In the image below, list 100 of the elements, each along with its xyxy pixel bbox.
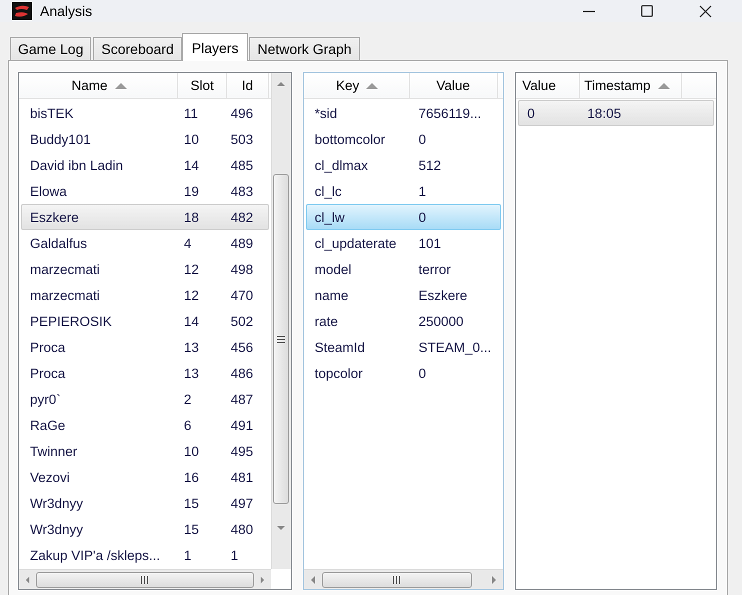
table-cell-text: 4 xyxy=(182,236,192,250)
table-cell-text: 12 xyxy=(182,288,200,302)
table-cell-text: 2 xyxy=(182,392,192,406)
list-row[interactable]: cl_lc 1 xyxy=(306,178,502,204)
table-cell-text: 13 xyxy=(182,340,200,354)
table-cell-text: 487 xyxy=(230,392,254,406)
table-cell-text: pyr0` xyxy=(29,392,62,406)
table-cell-text: Eszkere xyxy=(417,288,468,302)
table-cell-text: 10 xyxy=(182,444,200,458)
list-row[interactable]: Twinner 10 495 xyxy=(21,438,269,464)
list-row[interactable]: cl_updaterate 101 xyxy=(306,230,502,256)
list-row[interactable]: Proca 13 486 xyxy=(21,360,269,386)
list-row[interactable]: Galdalfus 4 489 xyxy=(21,230,269,256)
table-cell-text: 10 xyxy=(182,132,200,146)
table-cell-text: 498 xyxy=(230,262,254,276)
table-cell-text: 6 xyxy=(182,418,192,432)
list-row[interactable]: Wr3dnyy 15 480 xyxy=(21,516,269,542)
table-cell-text: 14 xyxy=(182,158,200,172)
tab[interactable]: Game Log xyxy=(10,37,92,60)
table-cell-text: 1 xyxy=(230,548,240,562)
table-cell-text: 497 xyxy=(230,496,254,510)
list-row[interactable]: pyr0` 2 487 xyxy=(21,386,269,412)
list-row[interactable]: model terror xyxy=(306,256,502,282)
table-cell-text: 482 xyxy=(230,210,254,224)
list-row[interactable]: *sid 7656119... xyxy=(306,100,502,126)
table-cell-text: cl_updaterate xyxy=(314,236,398,250)
table-cell-text: 14 xyxy=(182,314,200,328)
list-row[interactable]: bottomcolor 0 xyxy=(306,126,502,152)
table-cell-text: 1 xyxy=(417,184,427,198)
table-cell-text: bisTEK xyxy=(29,106,75,120)
table-cell-text: 485 xyxy=(230,158,254,172)
list-row[interactable]: Elowa 19 483 xyxy=(21,178,269,204)
window-title: Analysis xyxy=(40,3,94,19)
list-row[interactable]: Wr3dnyy 15 497 xyxy=(21,490,269,516)
table-cell-text: 12 xyxy=(182,262,200,276)
list-row[interactable]: David ibn Ladin 14 485 xyxy=(21,152,269,178)
table-cell-text: cl_lc xyxy=(314,184,343,198)
table-cell-text: 13 xyxy=(182,366,200,380)
table-cell-text: marzecmati xyxy=(29,262,101,276)
table-cell-text: PEPIEROSIK xyxy=(29,314,113,328)
list-row[interactable]: bisTEK 11 496 xyxy=(21,100,269,126)
table-cell-text: marzecmati xyxy=(29,288,101,302)
list-row[interactable]: SteamId STEAM_0... xyxy=(306,334,502,360)
table-cell-text: *sid xyxy=(314,106,338,120)
table-cell-text: 480 xyxy=(230,522,254,536)
tab[interactable]: Scoreboard xyxy=(93,37,182,60)
table-cell-text: bottomcolor xyxy=(314,132,386,146)
table-cell-text: 18 xyxy=(182,210,200,224)
list-row[interactable]: PEPIEROSIK 14 502 xyxy=(21,308,269,334)
table-cell-text: STEAM_0... xyxy=(417,340,492,354)
list-row[interactable]: name Eszkere xyxy=(306,282,502,308)
table-cell-text: SteamId xyxy=(314,340,366,354)
list-row[interactable]: RaGe 6 491 xyxy=(21,412,269,438)
list-row[interactable]: marzecmati 12 498 xyxy=(21,256,269,282)
list-row[interactable]: Buddy101 10 503 xyxy=(21,126,269,152)
list-row[interactable]: topcolor 0 xyxy=(306,360,502,386)
table-cell-text: 19 xyxy=(182,184,200,198)
table-cell-text: Elowa xyxy=(29,184,68,198)
table-cell-text: 0 xyxy=(417,366,427,380)
table-cell-text: 101 xyxy=(417,236,442,250)
column-header[interactable]: Value xyxy=(518,73,580,98)
table-cell-text: Wr3dnyy xyxy=(29,522,84,536)
table-cell-text: 15 xyxy=(182,522,200,536)
column-header[interactable]: Timestamp xyxy=(580,73,682,98)
list-row[interactable]: Zakup VIP'a /skleps... 1 1 xyxy=(21,542,269,568)
table-cell-text: 495 xyxy=(230,444,254,458)
table-cell-text: Zakup VIP'a /skleps... xyxy=(29,548,162,562)
list-row[interactable]: Proca 13 456 xyxy=(21,334,269,360)
list-row[interactable]: Vezovi 16 481 xyxy=(21,464,269,490)
table-cell-text: 470 xyxy=(230,288,254,302)
tab[interactable]: Players xyxy=(182,33,248,61)
table-cell-text: 18:05 xyxy=(586,106,622,120)
table-cell-text: topcolor xyxy=(314,366,364,380)
table-cell-text: 7656119... xyxy=(417,106,482,120)
column-header[interactable]: Slot xyxy=(178,73,228,98)
column-header[interactable]: Value xyxy=(410,73,498,98)
table-cell-text: Proca xyxy=(29,340,66,354)
list-row[interactable]: cl_lw 0 xyxy=(306,204,502,230)
table-cell-text: 486 xyxy=(230,366,254,380)
list-row[interactable]: cl_dlmax 512 xyxy=(306,152,502,178)
table-cell-text: 481 xyxy=(230,470,254,484)
table-cell-text: 496 xyxy=(230,106,254,120)
column-header[interactable]: Key xyxy=(306,73,410,98)
table-cell-text: 503 xyxy=(230,132,254,146)
table-cell-text: 0 xyxy=(526,106,536,120)
table-cell-text: Twinner xyxy=(29,444,78,458)
tab[interactable]: Network Graph xyxy=(249,37,360,60)
table-cell-text: 0 xyxy=(417,210,427,224)
table-cell-text: Galdalfus xyxy=(29,236,88,250)
table-cell-text: 16 xyxy=(182,470,200,484)
table-cell-text: name xyxy=(314,288,350,302)
list-row[interactable]: 0 18:05 xyxy=(518,100,714,126)
list-row[interactable]: Eszkere 18 482 xyxy=(21,204,269,230)
column-header[interactable]: Id xyxy=(227,73,269,98)
list-row[interactable]: rate 250000 xyxy=(306,308,502,334)
list-row[interactable]: marzecmati 12 470 xyxy=(21,282,269,308)
table-cell-text: 15 xyxy=(182,496,200,510)
table-cell-text: model xyxy=(314,262,352,276)
column-header[interactable]: Name xyxy=(21,73,178,98)
table-cell-text: rate xyxy=(314,314,339,328)
